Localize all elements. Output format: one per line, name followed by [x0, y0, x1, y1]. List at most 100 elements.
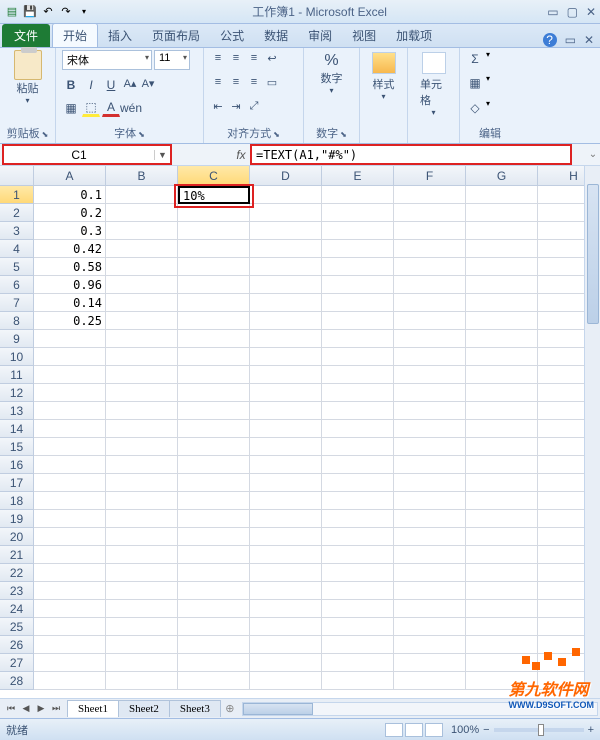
column-header-c[interactable]: C [178, 166, 250, 186]
cell-E21[interactable] [322, 546, 394, 564]
cell-B11[interactable] [106, 366, 178, 384]
row-header-13[interactable]: 13 [0, 402, 34, 420]
cell-D26[interactable] [250, 636, 322, 654]
cell-E5[interactable] [322, 258, 394, 276]
cell-A23[interactable] [34, 582, 106, 600]
column-header-a[interactable]: A [34, 166, 106, 186]
cell-D17[interactable] [250, 474, 322, 492]
cell-G21[interactable] [466, 546, 538, 564]
cell-A4[interactable]: 0.42 [34, 240, 106, 258]
cell-C10[interactable] [178, 348, 250, 366]
cell-G28[interactable] [466, 672, 538, 690]
zoom-thumb[interactable] [538, 724, 544, 736]
cell-B24[interactable] [106, 600, 178, 618]
cell-E13[interactable] [322, 402, 394, 420]
align-center-icon[interactable]: ≡ [228, 74, 244, 90]
sheet-tab-2[interactable]: Sheet2 [118, 700, 170, 717]
cell-C6[interactable] [178, 276, 250, 294]
cell-F6[interactable] [394, 276, 466, 294]
font-name-combo[interactable]: 宋体▾ [62, 50, 152, 70]
tab-review[interactable]: 审阅 [298, 24, 342, 47]
undo-icon[interactable]: ↶ [40, 4, 56, 20]
fill-icon[interactable]: ▦ [466, 74, 484, 92]
cell-C21[interactable] [178, 546, 250, 564]
cell-D25[interactable] [250, 618, 322, 636]
cell-F8[interactable] [394, 312, 466, 330]
formula-bar[interactable]: =TEXT(A1,"#%") [252, 147, 361, 163]
align-top-icon[interactable]: ≡ [210, 50, 226, 66]
merge-icon[interactable]: ▭ [264, 74, 280, 90]
cell-C18[interactable] [178, 492, 250, 510]
cell-B7[interactable] [106, 294, 178, 312]
cell-A15[interactable] [34, 438, 106, 456]
cell-B5[interactable] [106, 258, 178, 276]
tab-formulas[interactable]: 公式 [210, 24, 254, 47]
cell-F26[interactable] [394, 636, 466, 654]
sheet-tab-1[interactable]: Sheet1 [67, 700, 119, 717]
row-header-8[interactable]: 8 [0, 312, 34, 330]
cell-A20[interactable] [34, 528, 106, 546]
cell-C12[interactable] [178, 384, 250, 402]
file-tab[interactable]: 文件 [2, 24, 50, 47]
cell-D4[interactable] [250, 240, 322, 258]
cell-G22[interactable] [466, 564, 538, 582]
cell-B3[interactable] [106, 222, 178, 240]
cell-F23[interactable] [394, 582, 466, 600]
increase-indent-icon[interactable]: ⇥ [228, 99, 244, 115]
row-header-12[interactable]: 12 [0, 384, 34, 402]
column-header-e[interactable]: E [322, 166, 394, 186]
cell-A10[interactable] [34, 348, 106, 366]
zoom-in-button[interactable]: + [588, 724, 594, 736]
cell-D11[interactable] [250, 366, 322, 384]
number-format-button[interactable]: % 数字 ▾ [310, 50, 353, 97]
cell-C8[interactable] [178, 312, 250, 330]
cell-E24[interactable] [322, 600, 394, 618]
cell-F2[interactable] [394, 204, 466, 222]
cell-G23[interactable] [466, 582, 538, 600]
minimize-button[interactable]: ▭ [547, 5, 558, 19]
cell-C17[interactable] [178, 474, 250, 492]
cell-E10[interactable] [322, 348, 394, 366]
cell-A28[interactable] [34, 672, 106, 690]
fill-color-button[interactable]: ⬚ [82, 99, 100, 117]
tab-data[interactable]: 数据 [254, 24, 298, 47]
zoom-out-button[interactable]: − [483, 724, 489, 736]
view-page-layout-icon[interactable] [405, 723, 423, 737]
cell-D21[interactable] [250, 546, 322, 564]
cell-G13[interactable] [466, 402, 538, 420]
tab-view[interactable]: 视图 [342, 24, 386, 47]
cell-G26[interactable] [466, 636, 538, 654]
cell-A6[interactable]: 0.96 [34, 276, 106, 294]
cell-A2[interactable]: 0.2 [34, 204, 106, 222]
cell-D1[interactable] [250, 186, 322, 204]
cell-A18[interactable] [34, 492, 106, 510]
cell-E17[interactable] [322, 474, 394, 492]
row-header-5[interactable]: 5 [0, 258, 34, 276]
cell-F4[interactable] [394, 240, 466, 258]
cell-F19[interactable] [394, 510, 466, 528]
sheet-nav-next-icon[interactable]: ▶ [34, 703, 48, 714]
row-header-26[interactable]: 26 [0, 636, 34, 654]
cell-G12[interactable] [466, 384, 538, 402]
row-header-4[interactable]: 4 [0, 240, 34, 258]
cell-F25[interactable] [394, 618, 466, 636]
cell-G18[interactable] [466, 492, 538, 510]
cell-E3[interactable] [322, 222, 394, 240]
row-header-28[interactable]: 28 [0, 672, 34, 690]
cell-B16[interactable] [106, 456, 178, 474]
cell-B21[interactable] [106, 546, 178, 564]
cell-C4[interactable] [178, 240, 250, 258]
row-header-19[interactable]: 19 [0, 510, 34, 528]
tab-insert[interactable]: 插入 [98, 24, 142, 47]
cell-D6[interactable] [250, 276, 322, 294]
cell-G9[interactable] [466, 330, 538, 348]
cell-C19[interactable] [178, 510, 250, 528]
autosum-icon[interactable]: Σ [466, 50, 484, 68]
cell-D2[interactable] [250, 204, 322, 222]
cell-B12[interactable] [106, 384, 178, 402]
cell-G11[interactable] [466, 366, 538, 384]
row-header-9[interactable]: 9 [0, 330, 34, 348]
cell-E9[interactable] [322, 330, 394, 348]
align-right-icon[interactable]: ≡ [246, 74, 262, 90]
close-button[interactable]: ✕ [586, 5, 596, 19]
